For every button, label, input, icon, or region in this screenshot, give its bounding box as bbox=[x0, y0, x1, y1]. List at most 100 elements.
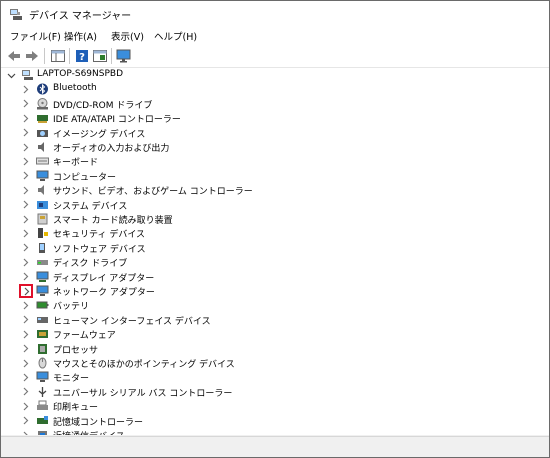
usb-icon bbox=[36, 386, 49, 398]
tree-item[interactable]: オーディオの入力および出力 bbox=[1, 140, 549, 154]
menu-view[interactable]: 表示(V) bbox=[108, 29, 147, 43]
expand-arrow-icon[interactable] bbox=[19, 328, 31, 340]
mouse-icon bbox=[36, 357, 49, 369]
expand-arrow-icon[interactable] bbox=[19, 271, 31, 283]
tree-item[interactable]: IDE ATA/ATAPI コントローラー bbox=[1, 111, 549, 125]
expand-arrow-icon[interactable] bbox=[19, 415, 31, 427]
tree-item-label: Bluetooth bbox=[53, 83, 97, 94]
status-bar bbox=[1, 436, 549, 457]
tree-item-label: コンピューター bbox=[53, 172, 117, 183]
printer-icon bbox=[36, 400, 49, 412]
tree-item-label: マウスとそのほかのポインティング デバイス bbox=[53, 360, 235, 370]
tree-item-label: ユニバーサル シリアル バス コントローラー bbox=[53, 388, 233, 399]
tree-item[interactable]: マウスとそのほかのポインティング デバイス bbox=[1, 356, 549, 370]
tree-item-label: 印刷キュー bbox=[53, 403, 99, 414]
expand-arrow-icon[interactable] bbox=[19, 112, 31, 124]
storage-controller-icon bbox=[36, 415, 49, 427]
help-icon[interactable]: ? bbox=[73, 47, 91, 65]
console-icon[interactable] bbox=[91, 47, 109, 65]
expand-arrow-icon[interactable] bbox=[19, 357, 31, 369]
processor-icon bbox=[36, 343, 49, 355]
tree-item[interactable]: システム デバイス bbox=[1, 198, 549, 212]
expand-arrow-icon[interactable] bbox=[19, 155, 31, 167]
forward-icon[interactable] bbox=[23, 47, 41, 65]
tree-item[interactable]: ソフトウェア デバイス bbox=[1, 241, 549, 255]
tree-item[interactable]: ユニバーサル シリアル バス コントローラー bbox=[1, 385, 549, 399]
tree-item-label: 記憶域コントローラー bbox=[53, 417, 144, 428]
tree-item-label: キーボード bbox=[53, 158, 99, 169]
expand-arrow-icon[interactable] bbox=[19, 314, 31, 326]
tree-item[interactable]: ネットワーク アダプター bbox=[1, 284, 549, 298]
tree-item-label: バッテリ bbox=[53, 302, 90, 313]
tree-item[interactable]: コンピューター bbox=[1, 169, 549, 183]
properties-grid-icon[interactable] bbox=[49, 47, 67, 65]
ide-controller-icon bbox=[36, 112, 49, 124]
dvd-drive-icon bbox=[36, 97, 49, 110]
menu-action[interactable]: 操作(A) bbox=[61, 29, 100, 43]
expand-arrow-icon[interactable] bbox=[19, 199, 31, 211]
svg-text:?: ? bbox=[79, 52, 85, 63]
expand-arrow-icon[interactable] bbox=[19, 184, 31, 196]
camera-icon bbox=[36, 127, 49, 139]
expand-arrow-icon[interactable] bbox=[19, 400, 31, 412]
monitor-icon bbox=[36, 371, 49, 383]
expand-arrow-icon[interactable] bbox=[19, 284, 33, 298]
expand-arrow-icon[interactable] bbox=[19, 98, 31, 110]
expand-arrow-icon[interactable] bbox=[19, 256, 31, 268]
sound-icon bbox=[36, 184, 49, 196]
keyboard-icon bbox=[36, 155, 49, 167]
tree-item[interactable]: サウンド、ビデオ、およびゲーム コントローラー bbox=[1, 183, 549, 197]
tree-item-label: イメージング デバイス bbox=[53, 129, 146, 140]
tree-item[interactable]: プロセッサ bbox=[1, 342, 549, 356]
tree-item-label: ヒューマン インターフェイス デバイス bbox=[53, 316, 211, 327]
back-icon[interactable] bbox=[5, 47, 23, 65]
tree-item-label: ファームウェア bbox=[53, 331, 116, 342]
battery-icon bbox=[36, 299, 49, 311]
tree-item[interactable]: 印刷キュー bbox=[1, 399, 549, 413]
expand-arrow-icon[interactable] bbox=[19, 299, 31, 311]
menu-file[interactable]: ファイル(F) bbox=[7, 29, 64, 43]
expand-arrow-icon[interactable] bbox=[19, 141, 31, 153]
tree-item[interactable]: ファームウェア bbox=[1, 327, 549, 341]
monitor-icon[interactable] bbox=[115, 47, 133, 65]
expand-arrow-icon[interactable] bbox=[19, 343, 31, 355]
tree-item-label: ネットワーク アダプター bbox=[53, 288, 155, 298]
tree-item[interactable]: ディスプレイ アダプター bbox=[1, 270, 549, 284]
tree-item[interactable]: イメージング デバイス bbox=[1, 126, 549, 140]
tree-item[interactable]: DVD/CD-ROM ドライブ bbox=[1, 97, 549, 111]
expand-arrow-icon[interactable] bbox=[19, 227, 31, 239]
display-adapter-icon bbox=[36, 271, 49, 283]
tree-item[interactable]: Bluetooth bbox=[1, 82, 549, 96]
menu-help[interactable]: ヘルプ(H) bbox=[151, 29, 200, 43]
device-tree: LAPTOP-S69NSPBD Bluetooth DVD/CD-ROM ドライブ… bbox=[1, 68, 549, 436]
network-adapter-icon bbox=[36, 285, 49, 297]
tree-root[interactable]: LAPTOP-S69NSPBD bbox=[1, 68, 549, 82]
tree-item[interactable]: スマート カード読み取り装置 bbox=[1, 212, 549, 226]
expand-arrow-icon[interactable] bbox=[19, 242, 31, 254]
tree-item-label: モニター bbox=[53, 374, 90, 385]
tree-item-label: ディスプレイ アダプター bbox=[53, 273, 155, 284]
expand-arrow-icon[interactable] bbox=[19, 127, 31, 139]
smart-card-reader-icon bbox=[36, 213, 49, 225]
tree-item[interactable]: モニター bbox=[1, 370, 549, 384]
expand-arrow-icon[interactable] bbox=[19, 213, 31, 225]
expand-arrow-icon[interactable] bbox=[19, 386, 31, 398]
menu-bar: ファイル(F) 操作(A) 表示(V) ヘルプ(H) bbox=[1, 27, 549, 45]
tree-item-label: IDE ATA/ATAPI コントローラー bbox=[53, 115, 181, 126]
expand-arrow-icon[interactable] bbox=[19, 371, 31, 383]
tree-item[interactable]: キーボード bbox=[1, 154, 549, 168]
tree-item[interactable]: ヒューマン インターフェイス デバイス bbox=[1, 313, 549, 327]
tree-item[interactable]: バッテリ bbox=[1, 298, 549, 312]
tree-item[interactable]: ディスク ドライブ bbox=[1, 255, 549, 269]
tree-item-label: プロセッサ bbox=[53, 345, 99, 356]
tree-item[interactable]: セキュリティ デバイス bbox=[1, 226, 549, 240]
expand-arrow-icon[interactable] bbox=[19, 170, 31, 182]
tree-item-label: システム デバイス bbox=[53, 201, 128, 212]
tree-item-label: スマート カード読み取り装置 bbox=[53, 216, 173, 226]
collapse-arrow-icon[interactable] bbox=[5, 69, 17, 81]
tree-item-label: オーディオの入力および出力 bbox=[53, 144, 170, 154]
disk-drive-icon bbox=[36, 256, 49, 268]
tree-item[interactable]: 記憶域コントローラー bbox=[1, 414, 549, 428]
tree-item-label: セキュリティ デバイス bbox=[53, 230, 146, 241]
expand-arrow-icon[interactable] bbox=[19, 83, 31, 95]
